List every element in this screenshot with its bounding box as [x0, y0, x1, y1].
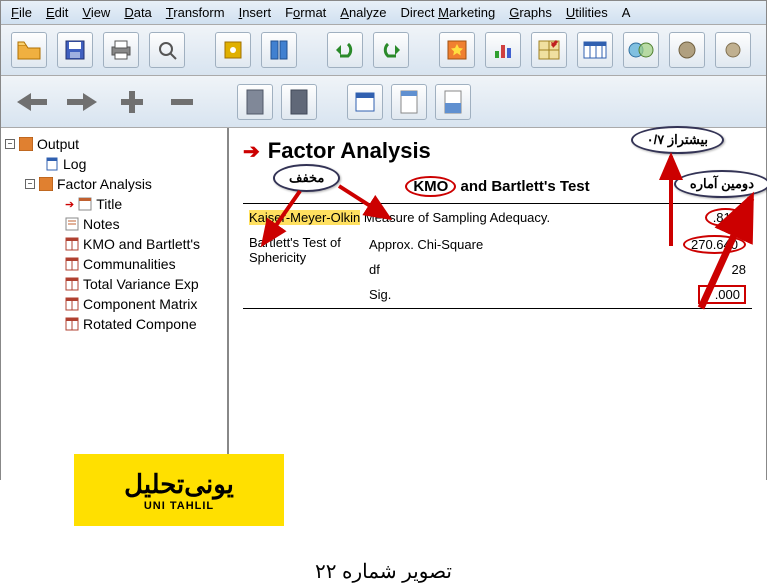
tree-title[interactable]: Title [96, 196, 122, 212]
notes-icon [65, 217, 79, 231]
tree-log[interactable]: Log [63, 156, 86, 172]
fa-folder-icon [39, 177, 53, 191]
tree-notes[interactable]: Notes [83, 216, 120, 232]
variables-icon[interactable] [577, 32, 613, 68]
tree-rcm[interactable]: Rotated Compone [83, 316, 197, 332]
shapes-icon[interactable] [623, 32, 659, 68]
preview-icon[interactable] [149, 32, 185, 68]
table-icon [65, 237, 79, 251]
tree-fa[interactable]: Factor Analysis [57, 176, 152, 192]
chisq-label: Approx. Chi-Square [363, 231, 643, 258]
menu-graphs[interactable]: Graphs [509, 5, 552, 20]
tree-kmo[interactable]: KMO and Bartlett's [83, 236, 200, 252]
heading-arrow-icon: ➔ [243, 139, 260, 164]
menu-transform[interactable]: Transform [166, 5, 225, 20]
nav-back-icon[interactable] [11, 87, 53, 117]
star-icon[interactable] [439, 32, 475, 68]
annotation-dovomin: دومین آماره [674, 170, 767, 198]
menubar: File Edit View Data Transform Insert For… [1, 1, 766, 24]
open-icon[interactable] [11, 32, 47, 68]
page1-icon[interactable] [347, 84, 383, 120]
page2-icon[interactable] [391, 84, 427, 120]
shape2-icon[interactable] [669, 32, 705, 68]
doc1-icon[interactable] [237, 84, 273, 120]
table-icon [65, 277, 79, 291]
annotation-mokhafaf: مخفف [273, 164, 340, 192]
print-icon[interactable] [103, 32, 139, 68]
shape3-icon[interactable] [715, 32, 751, 68]
dialog-recall-icon[interactable] [215, 32, 251, 68]
goto-case-icon[interactable] [261, 32, 297, 68]
logo-text-en: UNI TAHLIL [144, 500, 214, 512]
table-icon [65, 317, 79, 331]
tree-tv[interactable]: Total Variance Exp [83, 276, 199, 292]
menu-view[interactable]: View [82, 5, 110, 20]
menu-direct-marketing[interactable]: Direct Marketing [401, 5, 496, 20]
log-icon [45, 157, 59, 171]
kmo-highlight: KMO [405, 176, 456, 197]
chisq-value: 270.640 [683, 235, 746, 254]
outline-tree[interactable]: − Output Log − Factor Analysis ➔ Title N… [1, 128, 229, 493]
menu-addons[interactable]: A [622, 5, 631, 20]
collapse2-icon[interactable]: − [25, 179, 35, 189]
output-icon [19, 137, 33, 151]
menu-edit[interactable]: Edit [46, 5, 68, 20]
tree-comm[interactable]: Communalities [83, 256, 176, 272]
menu-analyze[interactable]: Analyze [340, 5, 386, 20]
collapse-icon[interactable]: − [5, 139, 15, 149]
sig-label: Sig. [363, 281, 643, 309]
tree-cm[interactable]: Component Matrix [83, 296, 197, 312]
nav-plus-icon[interactable] [111, 87, 153, 117]
table-icon [65, 257, 79, 271]
figure-caption: تصویر شماره ۲۲ [0, 559, 767, 584]
current-marker-icon: ➔ [65, 198, 74, 211]
sig-value: .000 [698, 285, 746, 304]
output-heading: Factor Analysis [268, 138, 431, 164]
kmo-label-hl: Kaiser-Meyer-Olkin [249, 210, 360, 225]
kmo-table: Kaiser-Meyer-Olkin Measure of Sampling A… [243, 203, 752, 309]
undo-icon[interactable] [327, 32, 363, 68]
nav-forward-icon[interactable] [61, 87, 103, 117]
df-value: 28 [643, 258, 752, 281]
annotation-bishtar: بیشتراز ۰/۷ [631, 126, 724, 154]
menu-file[interactable]: File [11, 5, 32, 20]
menu-data[interactable]: Data [124, 5, 151, 20]
title-icon [78, 197, 92, 211]
redo-icon[interactable] [373, 32, 409, 68]
menu-insert[interactable]: Insert [239, 5, 272, 20]
logo-text-ar: یونی‌تحلیل [124, 469, 234, 500]
output-viewer: ➔ Factor Analysis مخفف بیشتراز ۰/۷ دومین… [229, 128, 766, 493]
save-icon[interactable] [57, 32, 93, 68]
select-icon[interactable] [531, 32, 567, 68]
menu-format[interactable]: Format [285, 5, 326, 20]
tree-output[interactable]: Output [37, 136, 79, 152]
doc2-icon[interactable] [281, 84, 317, 120]
kmo-value: .818 [705, 208, 746, 227]
bartlett-label: Bartlett's Test of Sphericity [243, 231, 363, 309]
watermark-logo: یونی‌تحلیل UNI TAHLIL [74, 454, 284, 526]
table-icon [65, 297, 79, 311]
toolbar-primary [1, 24, 766, 76]
chart-icon[interactable] [485, 32, 521, 68]
df-label: df [363, 258, 643, 281]
toolbar-secondary [1, 76, 766, 128]
page3-icon[interactable] [435, 84, 471, 120]
menu-utilities[interactable]: Utilities [566, 5, 608, 20]
nav-minus-icon[interactable] [161, 87, 203, 117]
